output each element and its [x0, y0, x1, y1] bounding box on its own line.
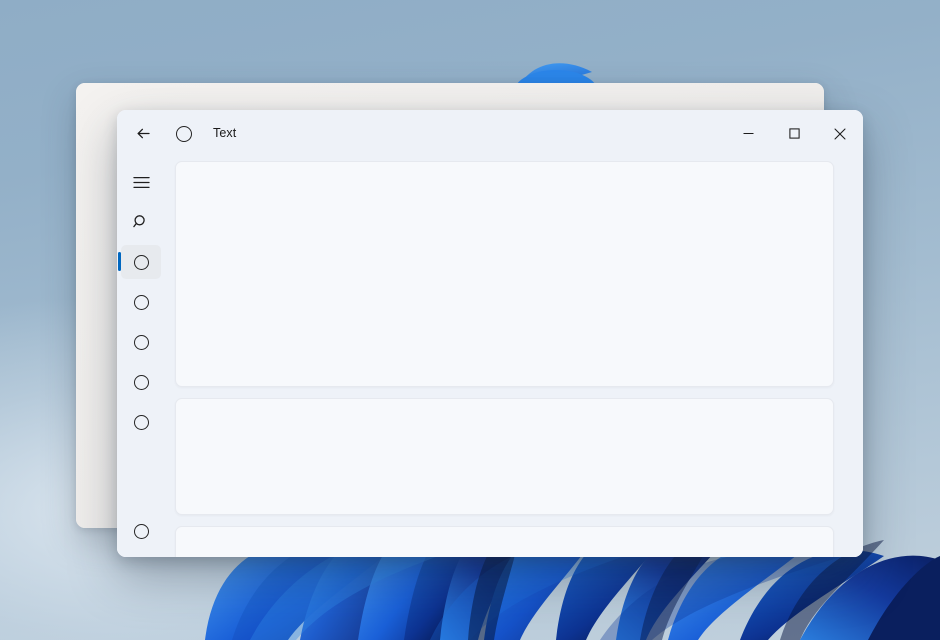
maximize-button[interactable]	[771, 110, 817, 157]
sidebar-bottom-group[interactable]	[117, 511, 165, 557]
window-caption-buttons[interactable]	[725, 110, 863, 157]
hamburger-icon	[132, 176, 150, 188]
maximize-icon	[788, 128, 800, 139]
navigation-sidebar[interactable]	[117, 157, 165, 557]
sidebar-item-2[interactable]	[121, 285, 161, 319]
circle-icon	[133, 254, 149, 270]
circle-icon	[133, 374, 149, 390]
circle-icon	[133, 294, 149, 310]
content-card-3[interactable]	[175, 526, 834, 557]
search-button[interactable]	[121, 205, 161, 239]
circle-icon	[133, 334, 149, 350]
search-icon	[133, 215, 145, 228]
minimize-icon	[743, 133, 753, 134]
title-bar[interactable]: Text	[117, 110, 863, 157]
close-icon	[834, 127, 846, 140]
arrow-left-icon	[137, 128, 150, 139]
back-button[interactable]	[126, 117, 160, 151]
circle-glyph	[176, 125, 192, 142]
active-application-window[interactable]: Text	[117, 110, 863, 557]
window-body	[117, 157, 863, 557]
hamburger-menu-button[interactable]	[121, 165, 161, 199]
content-card-1[interactable]	[175, 161, 834, 387]
sidebar-item-bottom[interactable]	[121, 514, 161, 548]
desktop: Text	[0, 0, 940, 640]
app-circle-icon	[167, 117, 201, 151]
content-card-2[interactable]	[175, 398, 834, 515]
minimize-button[interactable]	[725, 110, 771, 157]
content-area	[165, 157, 863, 557]
window-title: Text	[213, 126, 237, 141]
close-button[interactable]	[817, 110, 863, 157]
circle-icon	[133, 414, 149, 430]
sidebar-item-3[interactable]	[121, 325, 161, 359]
sidebar-item-5[interactable]	[121, 405, 161, 439]
circle-icon	[133, 523, 149, 539]
sidebar-item-1[interactable]	[118, 245, 161, 279]
sidebar-item-4[interactable]	[121, 365, 161, 399]
